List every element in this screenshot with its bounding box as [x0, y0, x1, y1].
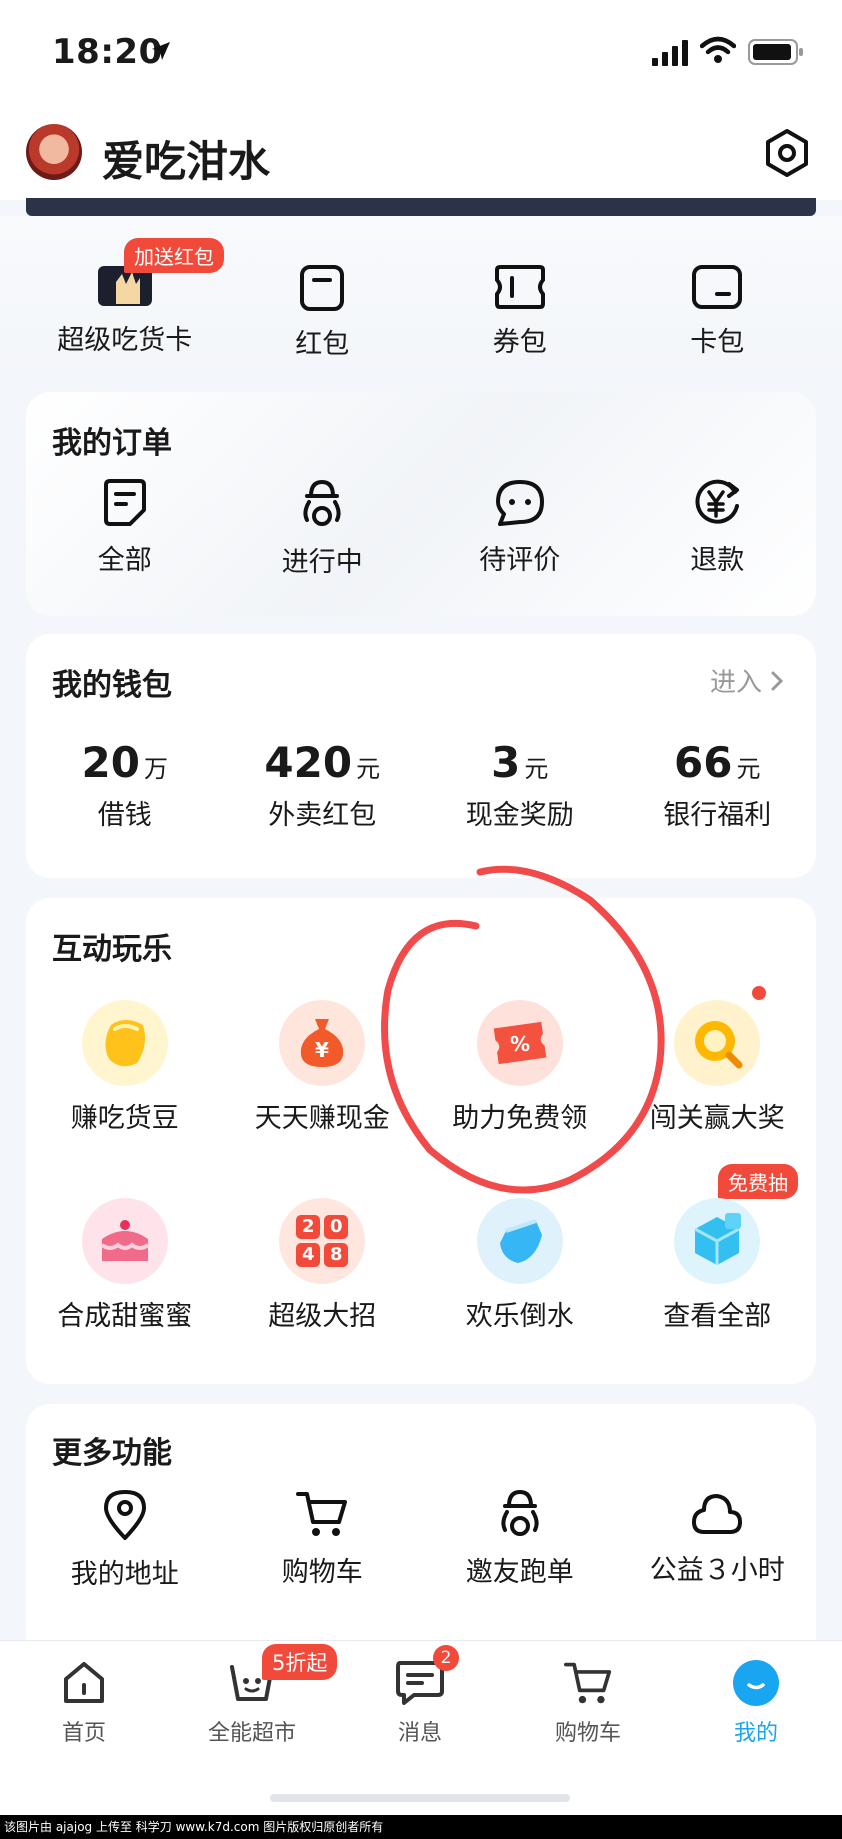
discount-coupon-icon: % — [476, 1000, 563, 1086]
wallet-item-delivery-redpacket[interactable]: 420 元 外卖红包 — [224, 738, 422, 832]
free-draw-badge: 免费抽 — [718, 1164, 798, 1199]
scooter-rider-icon — [501, 1490, 539, 1536]
tab-messages[interactable]: 消息 — [350, 1659, 490, 1747]
quick-item-card-wallet[interactable]: 卡包 — [619, 264, 817, 361]
notification-dot — [752, 986, 766, 1000]
games-title: 互动玩乐 — [52, 932, 172, 967]
svg-text:%: % — [510, 1032, 530, 1056]
market-discount-badge: 5折起 — [262, 1644, 338, 1680]
home-icon — [64, 1662, 104, 1703]
svg-text:¥: ¥ — [315, 1038, 329, 1062]
bottom-tab-bar: 首页 全能超市 5折起 消息 2 购物车 我的 — [0, 1640, 842, 1815]
settings-icon[interactable] — [762, 128, 812, 178]
game-merge-sweet[interactable]: 合成甜蜜蜜 — [26, 1198, 224, 1333]
order-tab-refund[interactable]: 退款 — [619, 478, 817, 579]
game-view-all[interactable]: 查看全部 — [619, 1198, 817, 1333]
chevron-right-icon — [771, 671, 784, 690]
more-item-address[interactable]: 我的地址 — [26, 1488, 224, 1591]
wallet-item-cash-reward[interactable]: 3元 现金奖励 — [421, 738, 619, 832]
more-features-card: 更多功能 我的地址 购物车 邀友跑单 公益３小时 — [26, 1404, 816, 1664]
watermark-footer: 该图片由 ajajog 上传至 科学刀 www.k7d.com 图片版权归原创者… — [0, 1815, 842, 1839]
bonus-badge: 加送红包 — [124, 238, 224, 273]
wallet-enter-link[interactable]: 进入 — [710, 662, 786, 699]
status-bar: 18:20 — [0, 0, 842, 110]
order-tab-all[interactable]: 全部 — [26, 478, 224, 579]
wallet-title: 我的钱包 — [52, 668, 172, 703]
quick-access-section: 超级吃货卡 红包 券包 卡包 加送红包 — [0, 216, 842, 376]
order-tab-in-progress[interactable]: 进行中 — [224, 478, 422, 579]
more-item-invite-rider[interactable]: 邀友跑单 — [421, 1488, 619, 1591]
chat-bubble-icon — [495, 480, 544, 526]
wallet-card: 我的钱包 进入 20 万 借钱 420 元 外卖红包 3元 现金奖励 66 元 银行福… — [26, 634, 816, 878]
home-indicator[interactable] — [270, 1794, 570, 1802]
bean-icon — [81, 1000, 168, 1086]
location-arrow-icon — [152, 42, 170, 60]
quick-item-red-envelope[interactable]: 红包 — [224, 264, 422, 361]
tab-home[interactable]: 首页 — [14, 1659, 154, 1747]
profile-icon — [733, 1660, 779, 1706]
wifi-icon — [700, 36, 736, 63]
wallet-item-bank-benefit[interactable]: 66 元 银行福利 — [619, 738, 817, 832]
games-card: 互动玩乐 赚吃货豆 ¥ 天天赚现金 % 助力免费领 闯关赢大奖 免费抽 合成甜蜜… — [26, 898, 816, 1384]
coupon-icon — [494, 265, 545, 309]
shopping-cart-icon — [296, 1492, 348, 1536]
location-pin-icon — [103, 1490, 146, 1540]
cube-icon — [674, 1198, 761, 1284]
more-item-charity[interactable]: 公益３小时 — [619, 1488, 817, 1591]
username[interactable]: 爱吃泔水 — [102, 128, 270, 189]
banner-strip[interactable] — [26, 198, 816, 216]
more-title: 更多功能 — [52, 1436, 172, 1471]
game-pour-water[interactable]: 欢乐倒水 — [421, 1198, 619, 1333]
magnifier-coin-icon — [674, 1000, 761, 1086]
game-assist-free[interactable]: % 助力免费领 — [421, 1000, 619, 1135]
cake-icon — [81, 1198, 168, 1284]
game-super-move[interactable]: 2 0 4 8 超级大招 — [224, 1198, 422, 1333]
water-cup-icon — [476, 1198, 563, 1284]
money-bag-icon: ¥ — [279, 1000, 366, 1086]
order-tab-to-review[interactable]: 待评价 — [421, 478, 619, 579]
quick-item-coupon[interactable]: 券包 — [421, 264, 619, 361]
red-envelope-icon — [300, 265, 345, 311]
game-level-up[interactable]: 闯关赢大奖 — [619, 1000, 817, 1135]
document-icon — [103, 479, 146, 526]
battery-icon — [748, 39, 803, 65]
game-daily-cash[interactable]: ¥ 天天赚现金 — [224, 1000, 422, 1135]
scooter-rider-icon — [303, 480, 341, 526]
orders-title: 我的订单 — [52, 426, 172, 461]
message-count-badge: 2 — [433, 1645, 459, 1671]
profile-header: 爱吃泔水 — [0, 110, 842, 200]
status-time: 18:20 — [52, 32, 163, 72]
shopping-cart-icon — [564, 1662, 612, 1704]
tab-profile[interactable]: 我的 — [686, 1659, 826, 1747]
orders-card: 我的订单 全部 进行中 待评价 退款 — [26, 392, 816, 616]
game-2048-icon: 2 0 4 8 — [279, 1198, 366, 1284]
signal-icon — [652, 40, 688, 66]
tab-cart[interactable]: 购物车 — [518, 1659, 658, 1747]
cloud-heart-icon — [692, 1494, 743, 1534]
game-earn-beans[interactable]: 赚吃货豆 — [26, 1000, 224, 1135]
more-item-cart[interactable]: 购物车 — [224, 1488, 422, 1591]
quick-item-snack-card[interactable]: 超级吃货卡 — [26, 264, 224, 361]
refund-yen-icon — [695, 479, 740, 524]
card-wallet-icon — [692, 265, 743, 309]
avatar[interactable] — [26, 124, 82, 180]
wallet-item-loan[interactable]: 20 万 借钱 — [26, 738, 224, 832]
